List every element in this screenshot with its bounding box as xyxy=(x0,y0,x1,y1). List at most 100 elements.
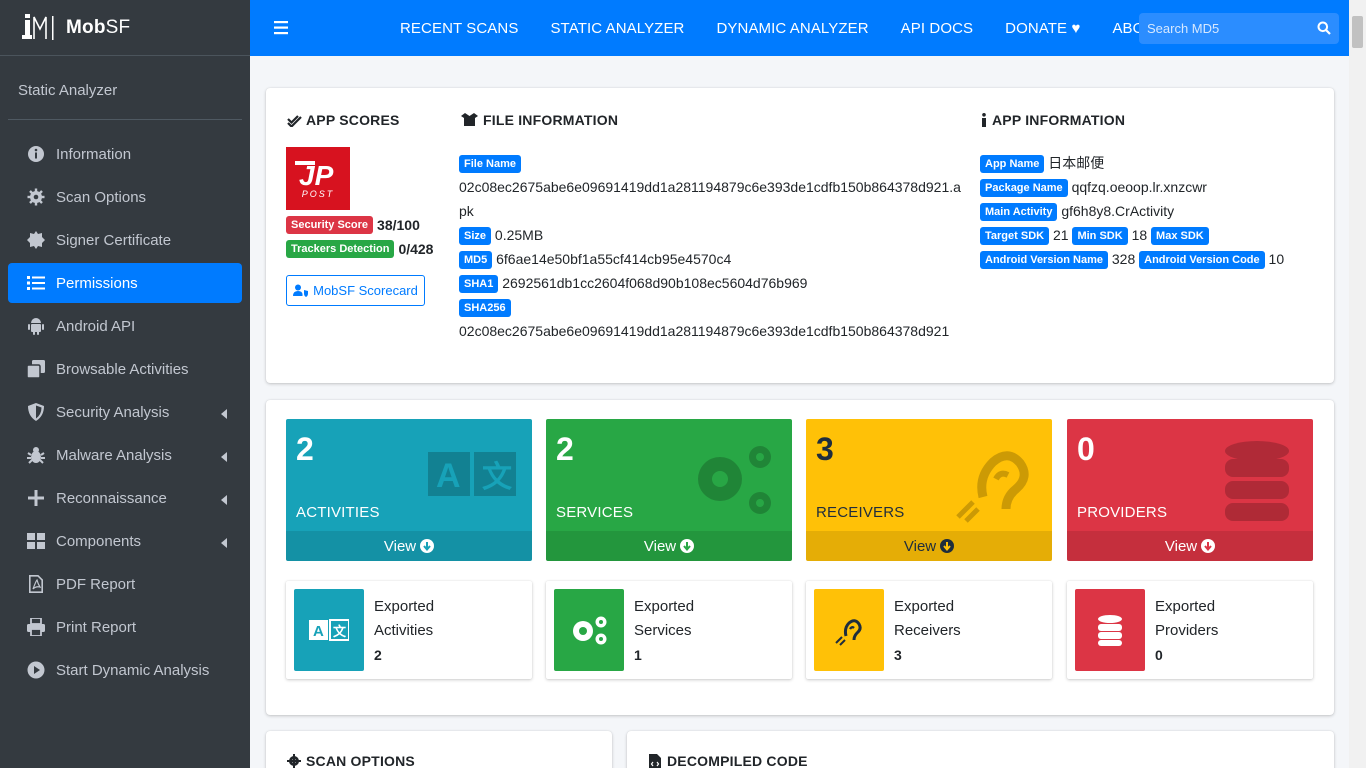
nav-recent-scans[interactable]: RECENT SCANS xyxy=(400,20,518,37)
arrow-circle-down-icon xyxy=(940,539,955,553)
database-icon xyxy=(1225,441,1289,521)
arrow-circle-down-icon xyxy=(420,539,435,553)
language-icon: A文 xyxy=(294,589,364,671)
sidebar-item-android-api[interactable]: Android API xyxy=(8,306,242,346)
scan-options-heading: SCAN OPTIONS xyxy=(286,753,415,768)
main-activity-value: gf6h8y8.CrActivity xyxy=(1061,203,1175,219)
chevron-left-icon xyxy=(220,535,228,548)
sidebar-item-label: Permissions xyxy=(56,274,138,292)
clone-icon xyxy=(26,359,46,379)
chevron-left-icon xyxy=(220,449,228,462)
grid-icon xyxy=(26,531,46,551)
components-card: 2 ACTIVITIES A文 View 2 SERVICES View 3 R… xyxy=(266,400,1334,715)
version-name-value: 328 xyxy=(1111,251,1136,267)
sidebar-item-label: Security Analysis xyxy=(56,403,170,421)
sidebar-item-reconnaissance[interactable]: Reconnaissance xyxy=(8,478,242,518)
app-name-badge: App Name xyxy=(980,155,1045,174)
hamburger-menu-icon[interactable] xyxy=(274,20,290,36)
sidebar-item-security-analysis[interactable]: Security Analysis xyxy=(8,392,242,432)
page-scrollbar[interactable] xyxy=(1349,0,1366,768)
nav-dynamic-analyzer[interactable]: DYNAMIC ANALYZER xyxy=(716,20,868,37)
sidebar-item-start-dynamic-analysis[interactable]: Start Dynamic Analysis xyxy=(8,650,242,690)
check-double-icon xyxy=(286,112,302,128)
chevron-left-icon xyxy=(220,406,228,419)
top-nav-links: RECENT SCANS STATIC ANALYZER DYNAMIC ANA… xyxy=(400,0,1197,56)
activities-stat: 2 ACTIVITIES A文 View xyxy=(286,419,532,561)
sidebar-item-signer-certificate[interactable]: Signer Certificate xyxy=(8,220,242,260)
pdf-file-icon xyxy=(26,574,46,594)
app-info-heading: APP INFORMATION xyxy=(980,112,1125,128)
version-code-value: 10 xyxy=(1268,251,1285,267)
sidebar-item-information[interactable]: Information xyxy=(8,134,242,174)
sha1-badge: SHA1 xyxy=(459,275,499,294)
assistive-listening-icon xyxy=(956,451,1029,523)
size-badge: Size xyxy=(459,227,492,246)
logo-caption: POST xyxy=(301,188,335,199)
exported-providers-label-2: Providers xyxy=(1155,622,1219,639)
sidebar-item-permissions[interactable]: Permissions xyxy=(8,263,242,303)
box-open-icon xyxy=(459,112,479,128)
scan-options-card: SCAN OPTIONS xyxy=(266,731,612,768)
services-view-link[interactable]: View xyxy=(546,531,792,561)
sidebar-divider xyxy=(8,119,242,120)
providers-stat: 0 PROVIDERS View xyxy=(1067,419,1313,561)
md5-value: 6f6ae14e50bf1a55cf414cb95e4570c4 xyxy=(496,251,732,267)
version-name-badge: Android Version Name xyxy=(980,251,1108,270)
receivers-view-link[interactable]: View xyxy=(806,531,1052,561)
gear-icon xyxy=(26,187,46,207)
providers-view-link[interactable]: View xyxy=(1067,531,1313,561)
svg-text:文: 文 xyxy=(333,624,347,640)
exported-services-count: 1 xyxy=(634,647,642,663)
scorecard-button[interactable]: MobSF Scorecard xyxy=(286,275,425,306)
security-score-badge: Security Score xyxy=(286,216,374,234)
sidebar-item-pdf-report[interactable]: PDF Report xyxy=(8,564,242,604)
certificate-icon xyxy=(26,230,46,250)
sidebar-item-print-report[interactable]: Print Report xyxy=(8,607,242,647)
trackers-value: 0/428 xyxy=(398,241,434,257)
arrow-circle-down-icon xyxy=(680,539,695,553)
version-code-badge: Android Version Code xyxy=(1139,251,1265,270)
sidebar-item-malware-analysis[interactable]: Malware Analysis xyxy=(8,435,242,475)
security-score-row: Security Score 38/100 xyxy=(286,216,420,234)
sidebar: MobSF Static Analyzer Information Scan Op… xyxy=(0,0,250,768)
max-sdk-badge: Max SDK xyxy=(1151,227,1209,246)
sidebar-item-label: Signer Certificate xyxy=(56,231,172,249)
gear-icon xyxy=(286,753,302,768)
svg-text:A: A xyxy=(436,457,461,495)
providers-label: PROVIDERS xyxy=(1077,504,1168,521)
receivers-count: 3 xyxy=(816,431,834,467)
jp-post-logo-icon: JP xyxy=(295,160,334,189)
app-scores-heading: APP SCORES xyxy=(286,112,400,128)
receivers-label: RECEIVERS xyxy=(816,504,905,521)
sidebar-item-scan-options[interactable]: Scan Options xyxy=(8,177,242,217)
mobsf-logo-icon xyxy=(22,12,60,44)
package-value: qqfzq.oeoop.lr.xnzcwr xyxy=(1071,179,1207,195)
search-icon[interactable] xyxy=(1317,21,1331,35)
nav-api-docs[interactable]: API DOCS xyxy=(901,20,973,37)
shield-icon xyxy=(26,402,46,422)
sidebar-item-browsable-activities[interactable]: Browsable Activities xyxy=(8,349,242,389)
sidebar-section-title: Static Analyzer xyxy=(18,82,118,99)
sidebar-item-label: Print Report xyxy=(56,618,137,636)
sidebar-item-label: Information xyxy=(56,145,132,163)
activities-view-link[interactable]: View xyxy=(286,531,532,561)
scrollbar-thumb[interactable] xyxy=(1352,16,1363,48)
exported-providers-box: Exported Providers 0 xyxy=(1067,581,1313,679)
sidebar-item-components[interactable]: Components xyxy=(8,521,242,561)
nav-donate[interactable]: DONATE ♥ xyxy=(1005,20,1080,37)
sidebar-item-label: Browsable Activities xyxy=(56,360,189,378)
brand[interactable]: MobSF xyxy=(0,0,250,56)
trackers-row: Trackers Detection 0/428 xyxy=(286,240,433,258)
decompiled-code-card: DECOMPILED CODE xyxy=(627,731,1334,768)
user-shield-icon xyxy=(293,284,309,297)
exported-receivers-count: 3 xyxy=(894,647,902,663)
exported-activities-label: Exported xyxy=(374,598,435,615)
services-count: 2 xyxy=(556,431,574,467)
database-icon xyxy=(1075,589,1145,671)
file-code-icon xyxy=(647,753,663,768)
sha256-value: 02c08ec2675abe6e09691419dd1a281194879c6e… xyxy=(459,323,950,339)
nav-static-analyzer[interactable]: STATIC ANALYZER xyxy=(550,20,684,37)
info-circle-icon xyxy=(26,144,46,164)
file-name-value: 02c08ec2675abe6e09691419dd1a281194879c6e… xyxy=(459,179,961,219)
search-input[interactable] xyxy=(1139,13,1309,44)
